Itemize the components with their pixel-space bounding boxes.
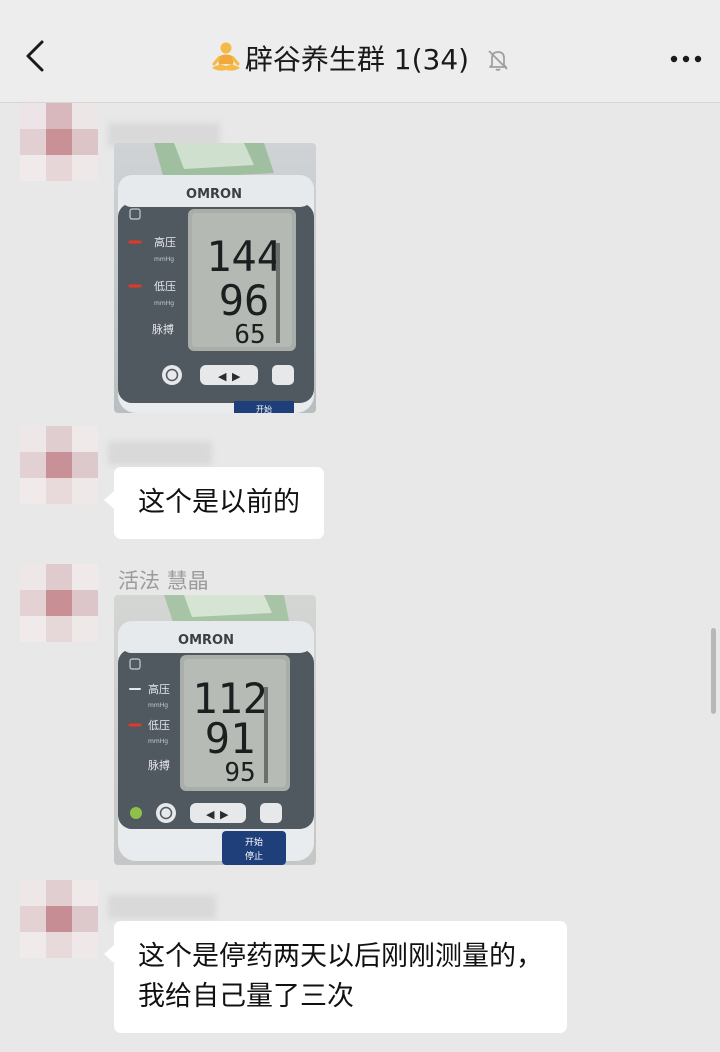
svg-text:◀: ◀ (206, 808, 215, 821)
unit-label-2: mmHg (154, 300, 174, 307)
avatar[interactable] (20, 103, 98, 181)
stop-button-label: 停止 (245, 850, 263, 862)
chat-title: 辟谷养生群 1(34) (0, 38, 720, 78)
pulse-reading: 95 (224, 758, 255, 788)
pulse-label: 脉搏 (148, 758, 170, 772)
message-text-line-1: 这个是停药两天以后刚刚测量的， (138, 941, 543, 972)
svg-text:◀: ◀ (218, 370, 227, 383)
device-brand: OMRON (178, 633, 234, 648)
chat-header: 辟谷养生群 1(34) (0, 0, 720, 103)
diastolic-label: 低压 (154, 280, 176, 293)
unit-label: mmHg (154, 256, 174, 263)
systolic-label: 高压 (154, 235, 176, 249)
sender-name[interactable]: 活法 慧晶 (118, 565, 209, 593)
avatar[interactable] (20, 426, 98, 504)
scrollbar[interactable] (711, 628, 716, 714)
start-button-label: 开始 (256, 404, 272, 413)
systolic-label: 高压 (148, 682, 170, 696)
text-message-bubble[interactable]: 这个是停药两天以后刚刚测量的， 我给自己量了三次 (104, 921, 567, 1033)
diastolic-label: 低压 (148, 719, 170, 732)
blood-pressure-monitor-photo: OMRON 高压 mmHg 低压 mmHg 脉搏 144 96 65 ◀ ▶ 开… (114, 143, 316, 413)
meditation-emoji-icon (211, 42, 240, 71)
pulse-label: 脉搏 (152, 322, 174, 336)
blood-pressure-monitor-photo: OMRON 高压 mmHg 低压 mmHg 脉搏 112 91 95 ◀ ▶ 开… (114, 595, 316, 865)
systolic-reading: 144 (206, 232, 282, 281)
sender-name-blurred (108, 895, 216, 919)
more-options-button[interactable] (666, 46, 706, 72)
message-text-line-2: 我给自己量了三次 (138, 981, 354, 1012)
device-brand: OMRON (186, 187, 242, 202)
more-dots-icon (670, 55, 702, 63)
text-message-bubble[interactable]: 这个是以前的 (104, 467, 324, 539)
message-text: 这个是以前的 (138, 487, 300, 518)
diastolic-reading: 91 (205, 714, 256, 763)
image-message[interactable]: OMRON 高压 mmHg 低压 mmHg 脉搏 112 91 95 ◀ ▶ 开… (114, 595, 316, 865)
diastolic-reading: 96 (219, 276, 270, 325)
sender-name-blurred (108, 441, 212, 465)
svg-text:▶: ▶ (220, 808, 229, 821)
bell-off-icon (488, 50, 508, 71)
unit-label-2: mmHg (148, 738, 168, 745)
start-button-label: 开始 (245, 836, 263, 848)
image-message[interactable]: OMRON 高压 mmHg 低压 mmHg 脉搏 144 96 65 ◀ ▶ 开… (114, 143, 316, 413)
chat-title-text: 辟谷养生群 1(34) (244, 43, 470, 76)
avatar[interactable] (20, 880, 98, 958)
pulse-reading: 65 (234, 320, 265, 350)
svg-text:▶: ▶ (232, 370, 241, 383)
message-list[interactable]: OMRON 高压 mmHg 低压 mmHg 脉搏 144 96 65 ◀ ▶ 开… (0, 103, 720, 1052)
unit-label: mmHg (148, 702, 168, 709)
avatar[interactable] (20, 564, 98, 642)
